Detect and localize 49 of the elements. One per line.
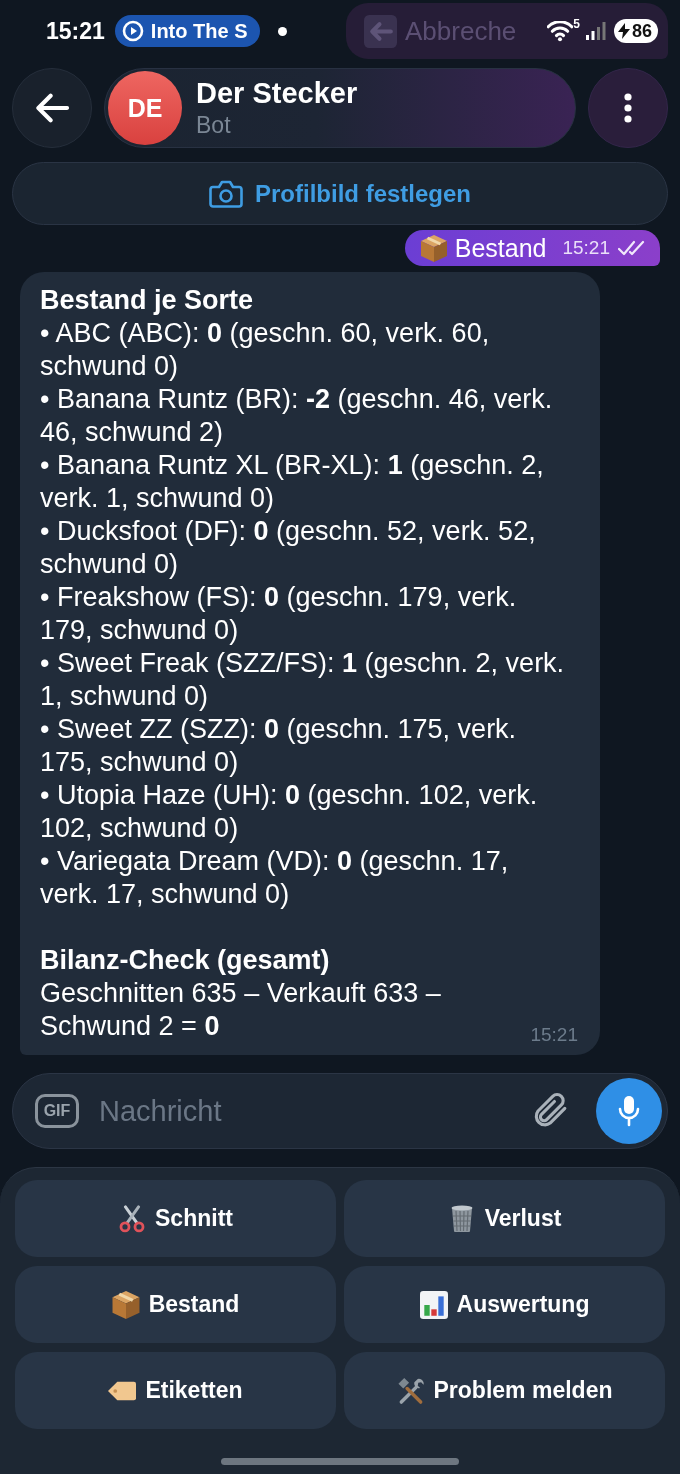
wifi-standard-label: 5	[573, 17, 580, 31]
message-line: • Utopia Haze (UH): 0 (geschn. 102, verk. 102, schwund 0)	[40, 779, 539, 845]
keyboard-button[interactable]: Bestand	[15, 1266, 336, 1343]
hammer-and-wrench-icon	[396, 1376, 425, 1405]
message-line: Geschnitten 635 – Verkauft 633 – Schwund 2 = 0	[40, 977, 442, 1043]
charging-bolt-icon	[617, 23, 630, 39]
gif-button[interactable]: GIF	[35, 1094, 79, 1128]
back-arrow-icon	[35, 93, 69, 123]
avatar: DE	[108, 71, 182, 145]
keyboard-button[interactable]: Auswertung	[344, 1266, 665, 1343]
message-line: • Ducksfoot (DF): 0 (geschn. 52, verk. 52, schwund 0)	[40, 515, 537, 581]
keyboard-button[interactable]: Schnitt	[15, 1180, 336, 1257]
message-line: • Banana Runtz XL (BR-XL): 1 (geschn. 2, verk. 1, schwund 0)	[40, 449, 545, 515]
composer-bar[interactable]: GIF Nachricht	[12, 1073, 668, 1149]
microphone-button[interactable]	[596, 1078, 662, 1144]
package-icon	[111, 1290, 140, 1319]
status-time: 15:21	[46, 17, 105, 45]
message-line: • ABC (ABC): 0 (geschn. 60, verk. 60, schwund 0)	[40, 317, 491, 383]
notification-dot-icon	[277, 26, 287, 36]
chat-header[interactable]: DE Der Stecker Bot	[104, 68, 576, 148]
signal-icon	[585, 22, 606, 40]
message-line: • Sweet Freak (SZZ/FS): 1 (geschn. 2, verk. 1, schwund 0)	[40, 647, 566, 713]
chat-title: Der Stecker	[196, 77, 358, 110]
message-time: 15:21	[530, 1023, 578, 1047]
camera-icon	[209, 178, 243, 209]
microphone-icon	[618, 1095, 640, 1127]
more-options-icon	[624, 93, 632, 123]
keyboard-button[interactable]: Problem melden	[344, 1352, 665, 1429]
message-input[interactable]: Nachricht	[99, 1086, 512, 1136]
message-heading: Bilanz-Check (gesamt)	[40, 944, 330, 977]
message-text: Abbreche	[405, 15, 517, 47]
message-line: • Banana Runtz (BR): -2 (geschn. 46, verk. 46, schwund 2)	[40, 383, 554, 449]
message-line: • Variegata Dream (VD): 0 (geschn. 17, verk. 17, schwund 0)	[40, 845, 510, 911]
message-text: Bestand	[454, 233, 547, 263]
keyboard-button[interactable]: Verlust	[344, 1180, 665, 1257]
battery-percent: 86	[631, 20, 652, 42]
media-chip[interactable]: Into The S	[114, 15, 260, 47]
keyboard-button[interactable]: Etiketten	[15, 1352, 336, 1429]
scissors-icon	[118, 1204, 146, 1233]
message-time: 15:21	[562, 237, 610, 259]
message-line: • Freakshow (FS): 0 (geschn. 179, verk. 179, schwund 0)	[40, 581, 518, 647]
message-heading: Bestand je Sorte	[40, 284, 254, 317]
wifi-icon	[547, 20, 574, 42]
package-icon	[420, 234, 447, 262]
bar-chart-icon	[419, 1290, 448, 1319]
set-profile-photo-button[interactable]: Profilbild festlegen	[12, 162, 668, 225]
chat-subtitle: Bot	[196, 112, 232, 139]
play-circle-icon	[121, 20, 144, 42]
message-line: • Sweet ZZ (SZZ): 0 (geschn. 175, verk. 175, schwund 0)	[40, 713, 518, 779]
